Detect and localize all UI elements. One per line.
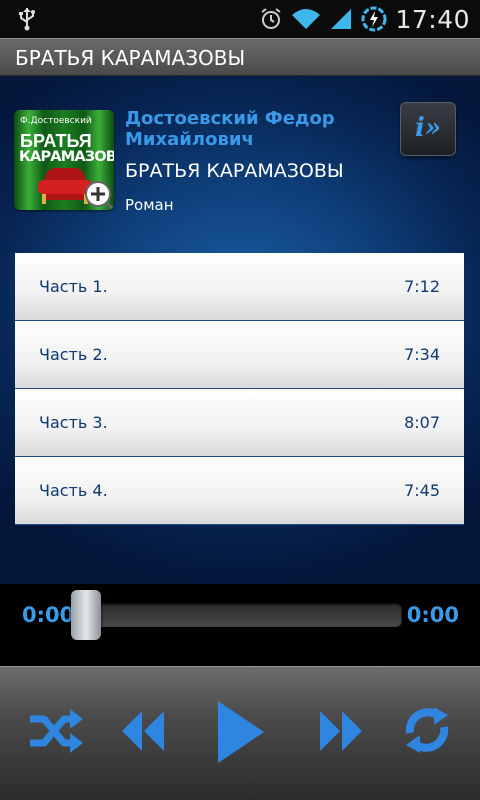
- part-duration: 7:34: [404, 345, 440, 364]
- status-bar: 17:40: [0, 0, 480, 38]
- battery-charging-icon: [361, 6, 387, 32]
- list-item[interactable]: Часть 2. 7:34: [15, 321, 464, 389]
- clock: 17:40: [395, 4, 470, 34]
- book-author: Достоевский Федор Михайлович: [125, 108, 335, 150]
- page-title: БРАТЬЯ КАРАМАЗОВЫ: [15, 46, 246, 70]
- book-details: Ф.Достоевский БРАТЬЯ КАРАМАЗОВЫ Достоевс…: [0, 76, 480, 584]
- play-icon[interactable]: [214, 699, 268, 765]
- usb-icon: [19, 8, 35, 31]
- info-button[interactable]: i»: [400, 102, 456, 156]
- info-icon: i»: [415, 113, 442, 143]
- part-duration: 8:07: [404, 413, 440, 432]
- list-item[interactable]: Часть 1. 7:12: [15, 253, 464, 321]
- part-name: Часть 3.: [39, 413, 108, 432]
- part-duration: 7:12: [404, 277, 440, 296]
- book-title: БРАТЬЯ КАРАМАЗОВЫ: [125, 160, 344, 182]
- playback-controls: [0, 666, 480, 800]
- rewind-icon[interactable]: [118, 707, 166, 755]
- part-name: Часть 1.: [39, 277, 108, 296]
- seek-bar[interactable]: [74, 603, 402, 627]
- seek-panel: 0:00 0:00: [0, 584, 480, 666]
- total-time: 0:00: [406, 603, 459, 627]
- part-duration: 7:45: [404, 481, 440, 500]
- part-name: Часть 2.: [39, 345, 108, 364]
- part-name: Часть 4.: [39, 481, 108, 500]
- list-item[interactable]: Часть 4. 7:45: [15, 457, 464, 525]
- shuffle-icon[interactable]: [28, 707, 84, 755]
- fast-forward-icon[interactable]: [318, 707, 366, 755]
- parts-list: Часть 1. 7:12 Часть 2. 7:34 Часть 3. 8:0…: [15, 253, 464, 525]
- cover-author: Ф.Достоевский: [20, 116, 92, 126]
- alarm-icon: [261, 8, 282, 29]
- list-item[interactable]: Часть 3. 8:07: [15, 389, 464, 457]
- cover-title-line1: БРАТЬЯ: [20, 131, 92, 151]
- title-bar: БРАТЬЯ КАРАМАЗОВЫ: [0, 38, 480, 76]
- wifi-icon: [292, 9, 321, 29]
- seek-thumb[interactable]: [71, 590, 101, 640]
- elapsed-time: 0:00: [22, 603, 75, 627]
- signal-icon: [331, 9, 352, 29]
- cover-title-line2: КАРАМАЗОВЫ: [19, 149, 114, 165]
- book-genre: Роман: [125, 196, 174, 214]
- repeat-icon[interactable]: [400, 703, 454, 757]
- book-cover[interactable]: Ф.Достоевский БРАТЬЯ КАРАМАЗОВЫ: [14, 110, 114, 210]
